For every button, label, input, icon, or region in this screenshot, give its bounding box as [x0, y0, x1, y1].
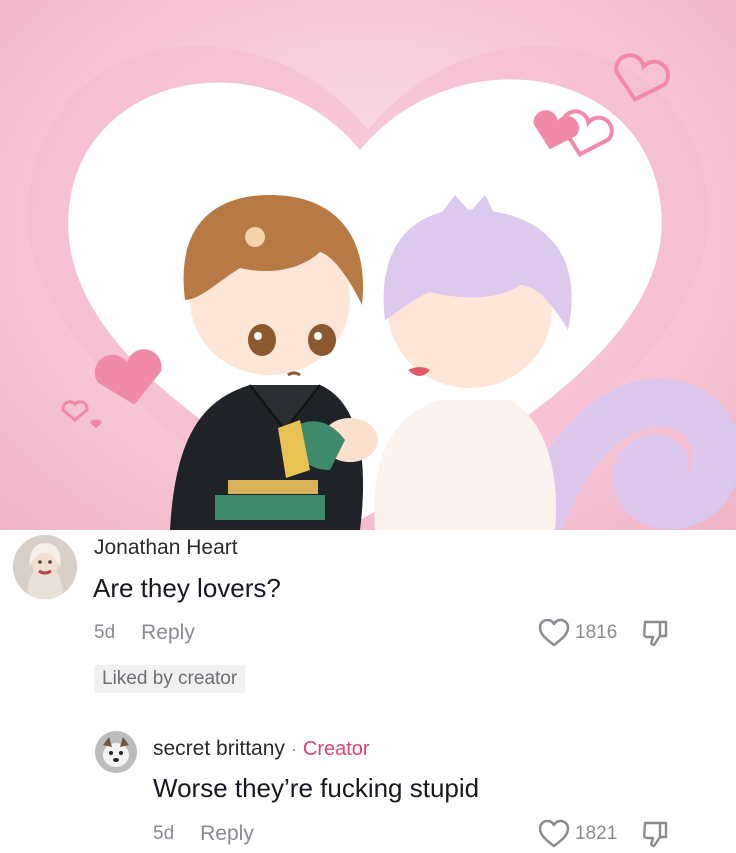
comment-item: Jonathan Heart Are they lovers? 5d Reply… — [0, 530, 736, 700]
like-heart-icon[interactable] — [538, 618, 570, 648]
comment-actions: 1821 — [538, 819, 669, 849]
comment-username[interactable]: secret brittany · Creator — [153, 737, 370, 761]
dislike-icon[interactable] — [641, 619, 669, 647]
like-heart-icon[interactable] — [538, 819, 570, 849]
post-illustration — [0, 0, 736, 530]
comment-text: Are they lovers? — [93, 573, 281, 603]
separator-dot: · — [290, 738, 297, 759]
username-text[interactable]: secret brittany — [153, 737, 285, 761]
comment-username[interactable]: Jonathan Heart — [94, 536, 238, 560]
creator-label: Creator — [302, 737, 370, 760]
like-count: 1821 — [575, 823, 618, 844]
comment-meta: 5d Reply — [94, 621, 195, 645]
comment-text: Worse they’re fucking stupid — [153, 773, 480, 803]
comment-time: 5d — [94, 622, 116, 643]
comment-actions: 1816 — [538, 618, 669, 648]
dislike-icon[interactable] — [641, 820, 669, 848]
comment-time: 5d — [153, 823, 175, 844]
reply-button[interactable]: Reply — [141, 621, 195, 645]
reply-comment-item: secret brittany · Creator Worse they’re … — [0, 715, 736, 853]
like-count: 1816 — [575, 622, 618, 643]
liked-by-creator-badge: Liked by creator — [94, 665, 246, 693]
person-avatar-icon[interactable] — [13, 535, 77, 599]
comment-meta: 5d Reply — [153, 822, 254, 846]
chibi-couple-illustration — [27, 46, 736, 530]
reply-button[interactable]: Reply — [200, 822, 254, 846]
dog-avatar-icon[interactable] — [95, 731, 137, 773]
